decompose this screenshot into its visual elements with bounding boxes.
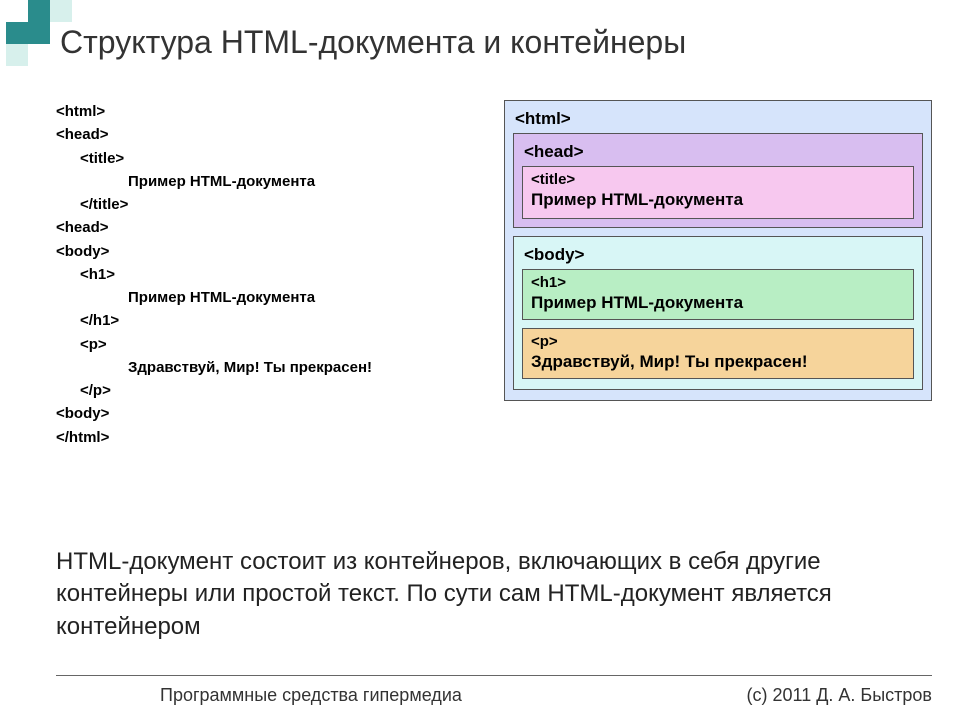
- code-line: Здравствуй, Мир! Ты прекрасен!: [56, 356, 372, 379]
- body-box-label: <body>: [524, 245, 914, 265]
- slide-title: Структура HTML-документа и контейнеры: [60, 24, 686, 61]
- slide-footer: Программные средства гипермедиа (с) 2011…: [0, 685, 960, 706]
- footer-right: (с) 2011 Д. А. Быстров: [747, 685, 932, 706]
- footer-left: Программные средства гипермедиа: [160, 685, 462, 706]
- head-box: <head> <title> Пример HTML-документа: [513, 133, 923, 228]
- code-line: <title>: [56, 147, 372, 170]
- p-box-text: Здравствуй, Мир! Ты прекрасен!: [531, 352, 905, 372]
- title-box: <title> Пример HTML-документа: [522, 166, 914, 219]
- code-line: <head>: [56, 216, 372, 239]
- code-line: <head>: [56, 123, 372, 146]
- code-line: <html>: [56, 100, 372, 123]
- code-listing: <html> <head> <title> Пример HTML-докуме…: [56, 100, 372, 449]
- code-line: </title>: [56, 193, 372, 216]
- title-box-label: <title>: [531, 171, 905, 188]
- head-box-label: <head>: [524, 142, 914, 162]
- body-paragraph: HTML-документ состоит из контейнеров, вк…: [56, 546, 920, 643]
- code-line: <h1>: [56, 263, 372, 286]
- code-line: </h1>: [56, 309, 372, 332]
- code-line: <body>: [56, 240, 372, 263]
- h1-box-label: <h1>: [531, 274, 905, 291]
- code-line: Пример HTML-документа: [56, 170, 372, 193]
- title-box-text: Пример HTML-документа: [531, 190, 905, 210]
- code-line: </html>: [56, 426, 372, 449]
- h1-box-text: Пример HTML-документа: [531, 293, 905, 313]
- body-box: <body> <h1> Пример HTML-документа <p> Зд…: [513, 236, 923, 390]
- p-box: <p> Здравствуй, Мир! Ты прекрасен!: [522, 328, 914, 379]
- code-line: Пример HTML-документа: [56, 286, 372, 309]
- h1-box: <h1> Пример HTML-документа: [522, 269, 914, 320]
- footer-divider: [56, 675, 932, 676]
- html-box-label: <html>: [515, 109, 923, 129]
- code-line: <body>: [56, 402, 372, 425]
- p-box-label: <p>: [531, 333, 905, 350]
- container-diagram: <html> <head> <title> Пример HTML-докуме…: [504, 100, 932, 401]
- code-line: <p>: [56, 333, 372, 356]
- code-line: </p>: [56, 379, 372, 402]
